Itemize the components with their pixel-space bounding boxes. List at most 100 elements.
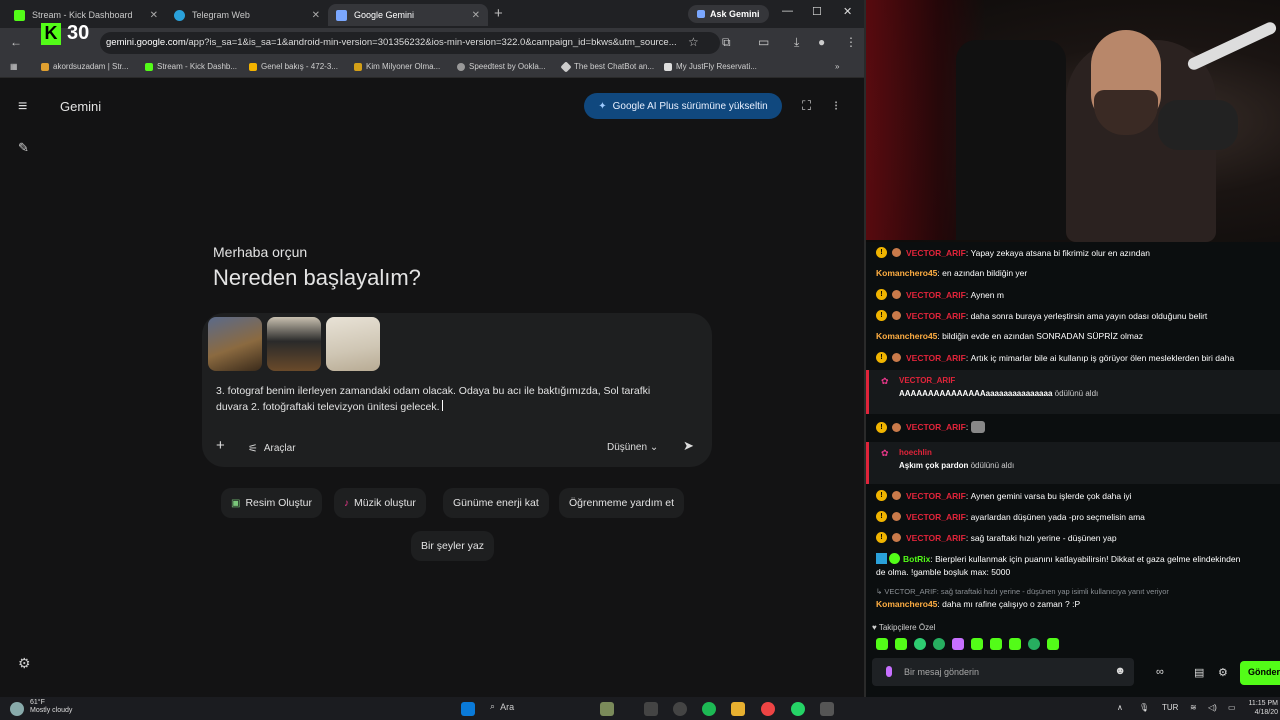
- prompt-input[interactable]: 3. fotograf benim ilerleyen zamandaki od…: [216, 383, 686, 415]
- extensions-icon[interactable]: ⧉: [722, 35, 731, 50]
- maximize-icon[interactable]: ☐: [812, 5, 822, 18]
- chevron-down-icon: ⌄: [649, 442, 659, 453]
- emote-icon[interactable]: [1009, 638, 1021, 650]
- badge-icon: !: [876, 490, 887, 501]
- chat-settings-icon[interactable]: ⚙: [1218, 666, 1228, 679]
- back-arrow-icon[interactable]: ←: [10, 35, 22, 49]
- prompt-composer: 3. fotograf benim ilerleyen zamandaki od…: [202, 313, 712, 467]
- chat-message: ! VECTOR_ARIF: Artık iç mimarlar bile ai…: [876, 352, 1234, 363]
- search-icon: ⌕: [490, 701, 496, 711]
- language-indicator[interactable]: TUR: [1162, 703, 1178, 712]
- tab-telegram[interactable]: Telegram Web ✕: [166, 4, 328, 26]
- windows-taskbar: 61°F Mostly cloudy ⌕ Ara ∧ 🎙 TUR ≋ ◁) ▭ 1…: [0, 697, 1280, 720]
- address-bar[interactable]: gemini.google.com/app?is_sa=1&is_sa=1&an…: [100, 32, 720, 54]
- menu-icon[interactable]: ≡: [18, 98, 27, 116]
- emote-icon[interactable]: [876, 638, 888, 650]
- wifi-icon[interactable]: ≋: [1190, 703, 1197, 712]
- chip-help-learn[interactable]: Öğrenmeme yardım et: [559, 488, 685, 518]
- gemini-icon: [336, 9, 347, 21]
- close-icon[interactable]: ✕: [312, 10, 320, 21]
- chip-create-image[interactable]: ▣ Resim Oluştur: [221, 488, 322, 518]
- taskbar-search[interactable]: ⌕ Ara: [490, 701, 514, 712]
- emote-icon[interactable]: [1047, 638, 1059, 650]
- screenshot-icon[interactable]: ⛶: [802, 98, 811, 114]
- chrome-icon[interactable]: [761, 702, 775, 716]
- widget-icon[interactable]: [600, 702, 614, 716]
- start-icon[interactable]: [461, 702, 475, 716]
- emote-icon[interactable]: [1028, 638, 1040, 650]
- emote-icon[interactable]: [933, 638, 945, 650]
- menu-dots-icon[interactable]: ⋮: [845, 35, 857, 49]
- more-bookmarks-icon[interactable]: »: [835, 62, 839, 71]
- ask-gemini-button[interactable]: Ask Gemini: [688, 5, 769, 23]
- chip-energize-day[interactable]: Günüme enerji kat: [443, 488, 549, 518]
- attached-image-1[interactable]: [208, 317, 262, 371]
- close-icon[interactable]: ✕: [472, 10, 480, 21]
- tab-google-gemini[interactable]: Google Gemini ✕: [328, 4, 488, 26]
- tools-icon: ⚟: [248, 443, 258, 455]
- badge-icon: !: [876, 511, 887, 522]
- send-icon[interactable]: ➤: [683, 438, 694, 454]
- new-tab-button[interactable]: +: [494, 5, 503, 22]
- whatsapp-icon[interactable]: [791, 702, 805, 716]
- infinity-icon[interactable]: ∞: [1156, 666, 1164, 678]
- tray-chevron-icon[interactable]: ∧: [1117, 703, 1123, 712]
- app-icon[interactable]: [820, 702, 834, 716]
- minimize-icon[interactable]: —: [782, 5, 793, 17]
- battery-icon[interactable]: ▭: [1228, 703, 1236, 712]
- bookmark-item[interactable]: akordsuzadam | Str...: [41, 62, 128, 71]
- account-icon[interactable]: ⁝: [834, 98, 838, 114]
- chip-write-something[interactable]: Bir şeyler yaz: [411, 531, 495, 561]
- sub-badge-icon: [892, 290, 901, 299]
- spotify-icon[interactable]: [702, 702, 716, 716]
- chip-create-music[interactable]: ♪ Müzik oluştur: [334, 488, 426, 518]
- store-icon[interactable]: ▤: [1194, 666, 1204, 679]
- close-icon[interactable]: ✕: [150, 10, 158, 21]
- chat-message-input[interactable]: Bir mesaj gönderin ☻: [872, 658, 1134, 686]
- browser-toolbar: ← gemini.google.com/app?is_sa=1&is_sa=1&…: [0, 28, 864, 58]
- bookmark-item[interactable]: The best ChatBot an...: [560, 60, 654, 73]
- system-clock[interactable]: 11:15 PM 4/18/20: [1248, 699, 1278, 717]
- emote-icon[interactable]: [895, 638, 907, 650]
- settings-gear-icon[interactable]: ⚙: [18, 655, 31, 672]
- add-attachment-icon[interactable]: +: [216, 437, 225, 454]
- sub-badge-icon: [892, 311, 901, 320]
- guitar-icon: ♪: [344, 497, 349, 509]
- upgrade-button[interactable]: ✦ Google AI Plus sürümüne yükseltin: [584, 93, 782, 119]
- emote-icon[interactable]: [914, 638, 926, 650]
- taskview-icon[interactable]: [644, 702, 658, 716]
- attached-image-2[interactable]: [267, 317, 321, 371]
- attached-image-3[interactable]: [326, 317, 380, 371]
- upgrade-label: Google AI Plus sürümüne yükseltin: [612, 100, 768, 112]
- bookmark-star-icon[interactable]: ☆: [688, 35, 699, 49]
- close-window-icon[interactable]: ✕: [843, 5, 852, 18]
- profile-avatar-icon[interactable]: ●: [818, 35, 825, 49]
- cast-icon[interactable]: ▭: [758, 35, 769, 49]
- new-chat-icon[interactable]: ✎: [18, 140, 29, 156]
- badge-icon: !: [876, 421, 887, 433]
- apps-grid-icon[interactable]: ▦: [10, 62, 18, 71]
- chat-message: Komanchero45: daha mı rafine çalışıyo o …: [876, 599, 1081, 609]
- emoji-icon[interactable]: ☻: [1114, 665, 1126, 677]
- mode-label: Düşünen: [607, 442, 648, 453]
- model-mode-selector[interactable]: Düşünen ⌄: [607, 442, 658, 453]
- file-explorer-icon[interactable]: [731, 702, 745, 716]
- emote-icon[interactable]: [971, 638, 983, 650]
- volume-icon[interactable]: ◁): [1208, 703, 1217, 712]
- bookmark-item[interactable]: Stream - Kick Dashb...: [145, 62, 237, 71]
- app-icon[interactable]: [673, 702, 687, 716]
- bookmark-item[interactable]: Kim Milyoner Olma...: [354, 62, 440, 71]
- mic-tray-icon[interactable]: 🎙: [1139, 703, 1149, 712]
- bookmark-item[interactable]: Speedtest by Ookla...: [457, 62, 546, 71]
- microphone-icon[interactable]: [886, 666, 892, 677]
- download-icon[interactable]: ⤓: [794, 35, 799, 50]
- emote-icon[interactable]: [952, 638, 964, 650]
- chat-send-button[interactable]: Gönder: [1240, 661, 1280, 685]
- weather-widget[interactable]: 61°F Mostly cloudy: [10, 699, 72, 716]
- emote-icon[interactable]: [990, 638, 1002, 650]
- tools-button[interactable]: ⚟ Araçlar: [248, 442, 296, 455]
- chat-message: ! VECTOR_ARIF: Aynen m: [876, 289, 1004, 300]
- bookmark-item[interactable]: Genel bakış - 472-3...: [249, 62, 338, 71]
- bookmark-item[interactable]: My JustFly Reservati...: [664, 62, 757, 71]
- followers-only-label: ♥ Takipçilere Özel: [872, 623, 936, 632]
